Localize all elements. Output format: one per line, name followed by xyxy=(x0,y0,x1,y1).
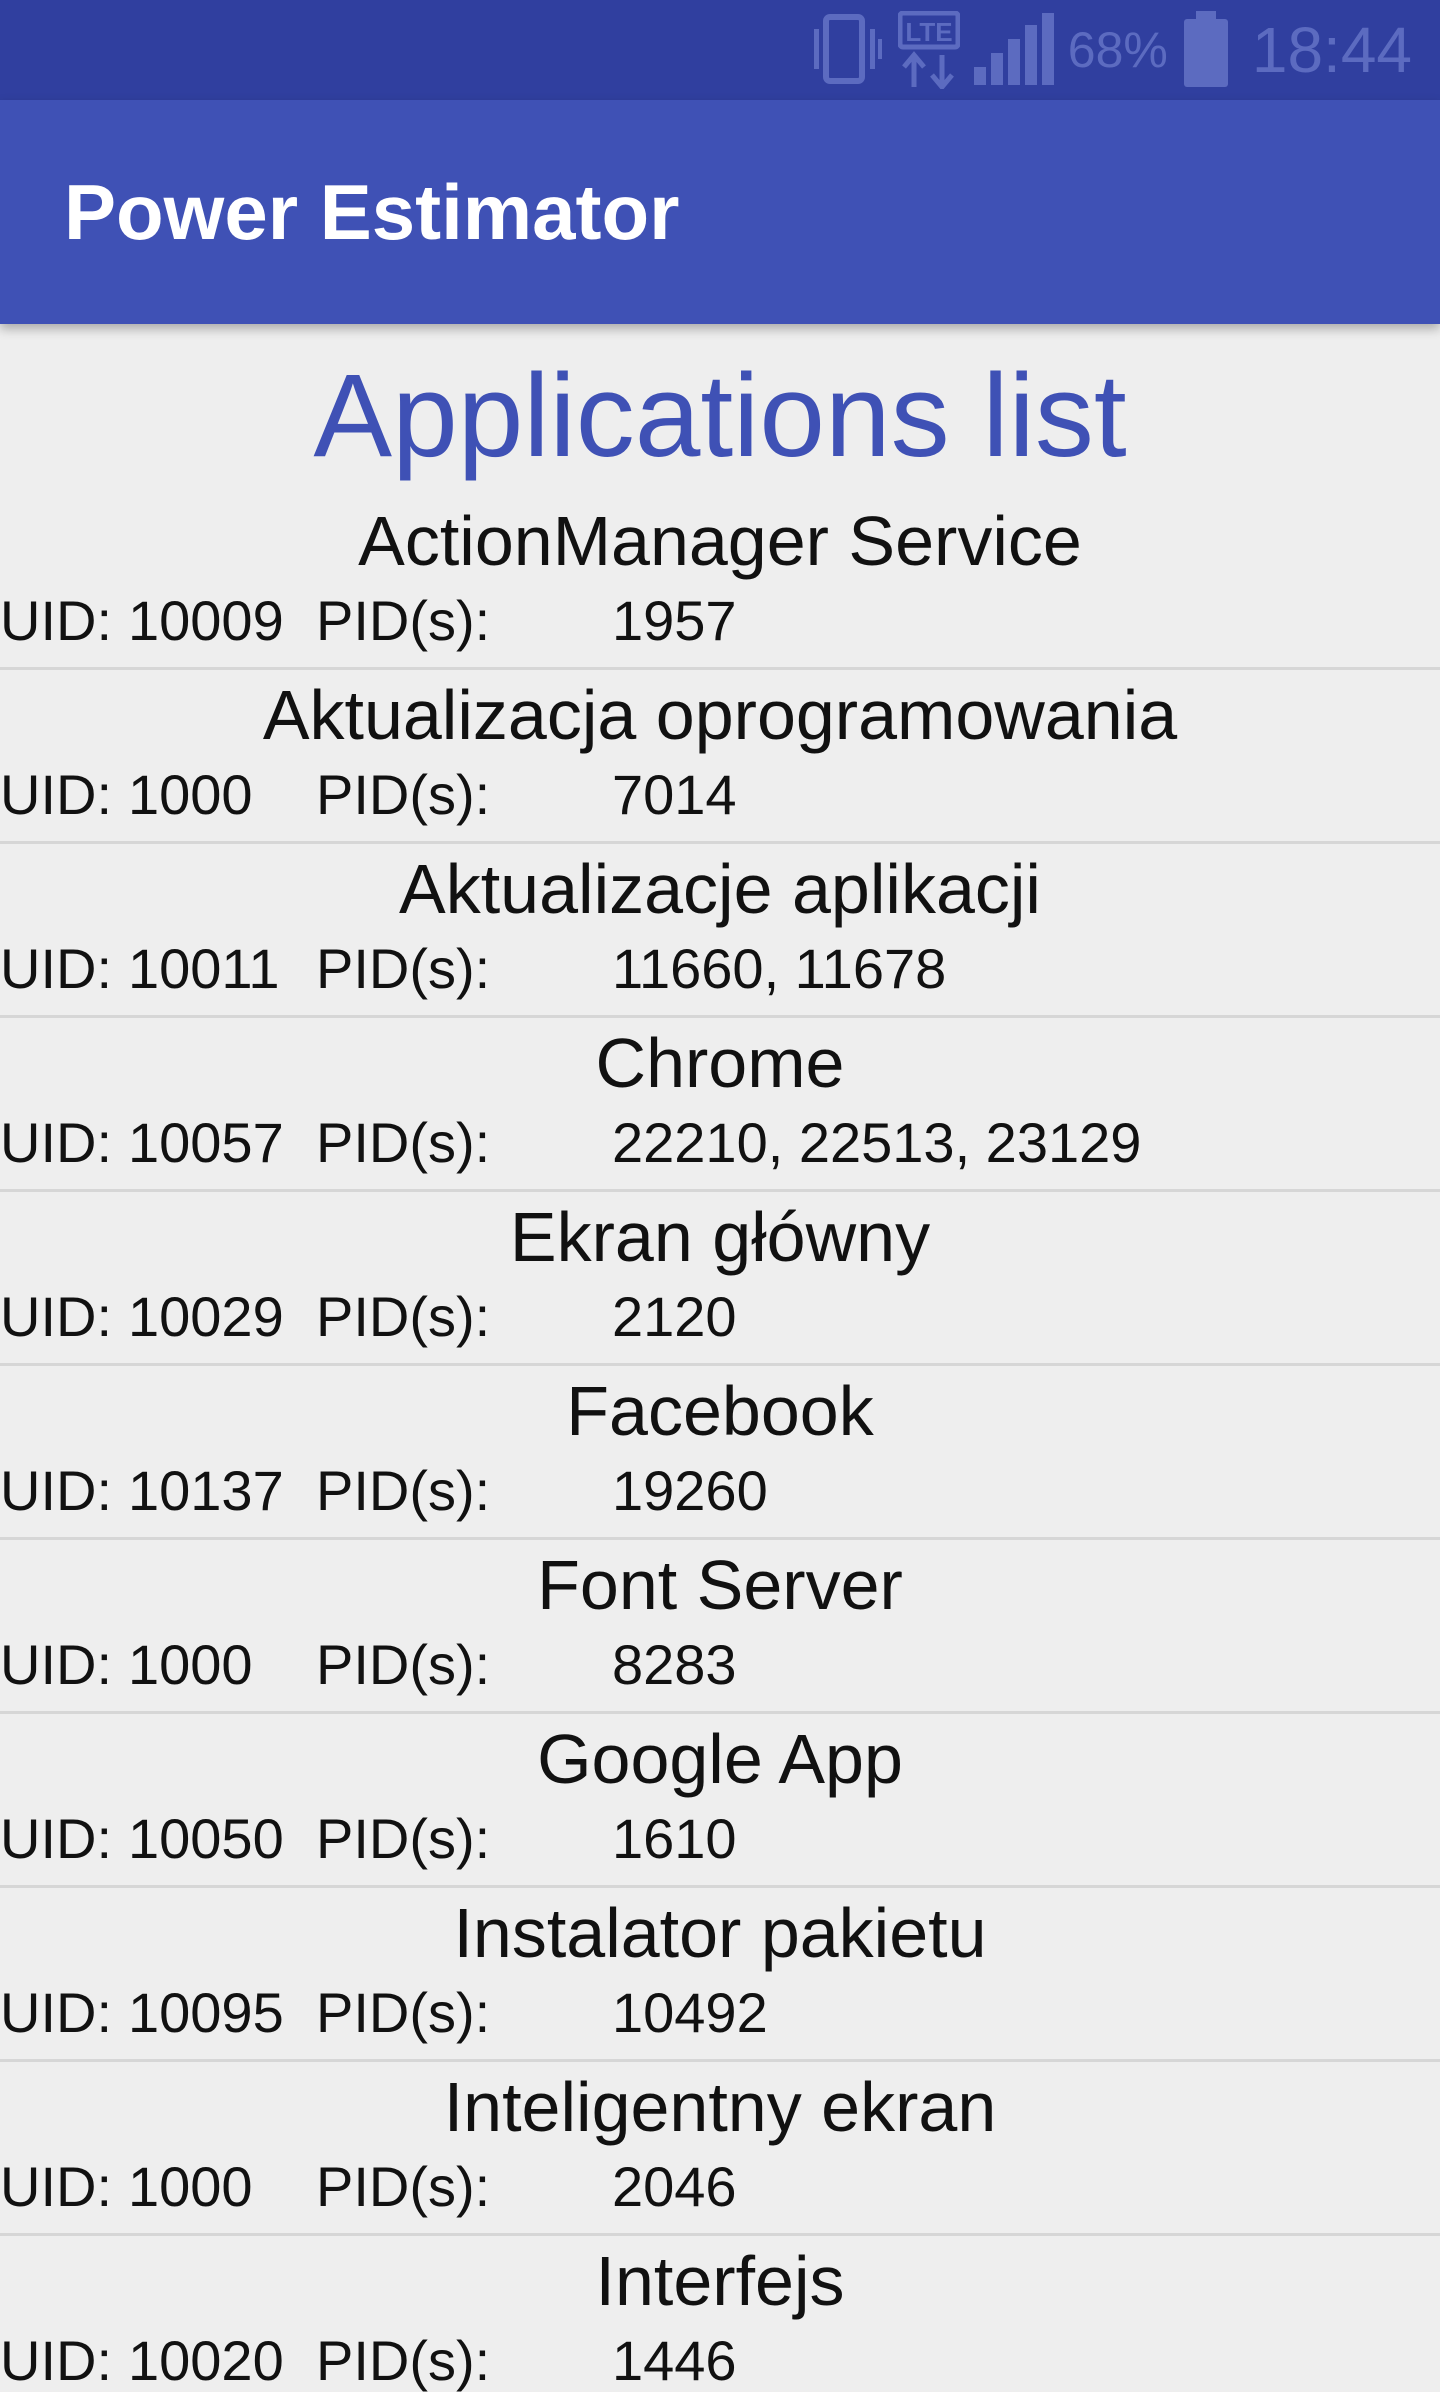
app-name: Inteligentny ekran xyxy=(443,2068,997,2146)
clock: 18:44 xyxy=(1251,14,1412,86)
vibrate-icon xyxy=(808,13,884,87)
uid-label: UID: xyxy=(0,1111,112,1174)
app-name: Facebook xyxy=(566,1372,874,1450)
uid-value: 10029 xyxy=(128,1285,284,1348)
pid-value: 11660, 11678 xyxy=(612,937,947,1000)
pid-label: PID(s): xyxy=(316,1285,491,1348)
app-name: ActionManager Service xyxy=(358,502,1082,580)
app-meta: UID: 1000 PID(s): 7014 xyxy=(0,760,1440,830)
app-meta: UID: 10095 PID(s): 10492 xyxy=(0,1978,1440,2048)
uid-value: 10095 xyxy=(128,1981,284,2044)
uid-label: UID: xyxy=(0,1459,112,1522)
app-meta: UID: 1000 PID(s): 2046 xyxy=(0,2152,1440,2222)
app-meta: UID: 10020 PID(s): 1446 xyxy=(0,2326,1440,2392)
uid-label: UID: xyxy=(0,2329,112,2392)
app-name: Font Server xyxy=(537,1546,903,1624)
list-item[interactable]: Inteligentny ekran UID: 1000 PID(s): 2046 xyxy=(0,2062,1440,2236)
pid-label: PID(s): xyxy=(316,2329,491,2392)
app-meta: UID: 10009 PID(s): 1957 xyxy=(0,586,1440,656)
pid-value: 2046 xyxy=(612,2155,737,2218)
list-item[interactable]: Font Server UID: 1000 PID(s): 8283 xyxy=(0,1540,1440,1714)
page-heading: Applications list xyxy=(313,350,1127,482)
list-item[interactable]: Chrome UID: 10057 PID(s): 22210, 22513, 2312… xyxy=(0,1018,1440,1192)
app-name: Google App xyxy=(537,1720,903,1798)
pid-label: PID(s): xyxy=(316,763,491,826)
list-item[interactable]: ActionManager Service UID: 10009 PID(s): 195… xyxy=(0,496,1440,670)
list-item[interactable]: Ekran główny UID: 10029 PID(s): 2120 xyxy=(0,1192,1440,1366)
uid-value: 10020 xyxy=(128,2329,284,2392)
svg-text:LTE: LTE xyxy=(905,17,952,47)
app-meta: UID: 10137 PID(s): 19260 xyxy=(0,1456,1440,1526)
status-icons: LTE 68% 18:44 xyxy=(808,0,1412,100)
pid-value: 8283 xyxy=(612,1633,737,1696)
list-item[interactable]: Aktualizacja oprogramowania UID: 1000 PID(s… xyxy=(0,670,1440,844)
app-meta: UID: 10050 PID(s): 1610 xyxy=(0,1804,1440,1874)
pid-value: 19260 xyxy=(612,1459,768,1522)
uid-label: UID: xyxy=(0,1633,112,1696)
uid-value: 1000 xyxy=(128,2155,253,2218)
pid-label: PID(s): xyxy=(316,2155,491,2218)
uid-value: 1000 xyxy=(128,1633,253,1696)
app-name: Instalator pakietu xyxy=(453,1894,987,1972)
app-name: Aktualizacje aplikacji xyxy=(399,850,1041,928)
pid-label: PID(s): xyxy=(316,1459,491,1522)
pid-value: 1957 xyxy=(612,589,737,652)
uid-label: UID: xyxy=(0,763,112,826)
uid-label: UID: xyxy=(0,937,112,1000)
applications-list[interactable]: ActionManager Service UID: 10009 PID(s): 195… xyxy=(0,496,1440,2392)
battery-percent: 68% xyxy=(1067,22,1168,78)
app-meta: UID: 10057 PID(s): 22210, 22513, 23129 xyxy=(0,1108,1440,1178)
uid-label: UID: xyxy=(0,589,112,652)
pid-label: PID(s): xyxy=(316,1981,491,2044)
lte-icon: LTE xyxy=(897,11,960,89)
signal-icon xyxy=(973,13,1054,87)
pid-value: 7014 xyxy=(612,763,737,826)
uid-label: UID: xyxy=(0,2155,112,2218)
list-item[interactable]: Interfejs UID: 10020 PID(s): 1446 xyxy=(0,2236,1440,2392)
uid-label: UID: xyxy=(0,1807,112,1870)
list-item[interactable]: Facebook UID: 10137 PID(s): 19260 xyxy=(0,1366,1440,1540)
app-name: Ekran główny xyxy=(509,1198,931,1276)
app-bar: Power Estimator xyxy=(0,100,1440,324)
uid-value: 10057 xyxy=(128,1111,284,1174)
pid-value: 1446 xyxy=(612,2329,737,2392)
list-item[interactable]: Aktualizacje aplikacji UID: 10011 PID(s): 11… xyxy=(0,844,1440,1018)
app-title: Power Estimator xyxy=(64,168,680,256)
pid-label: PID(s): xyxy=(316,1111,491,1174)
pid-value: 22210, 22513, 23129 xyxy=(612,1111,1142,1174)
list-item[interactable]: Google App UID: 10050 PID(s): 1610 xyxy=(0,1714,1440,1888)
app-name: Interfejs xyxy=(595,2242,845,2320)
pid-value: 2120 xyxy=(612,1285,737,1348)
pid-label: PID(s): xyxy=(316,937,491,1000)
status-bar: LTE 68% 18:44 xyxy=(0,0,1440,100)
pid-label: PID(s): xyxy=(316,1633,491,1696)
app-meta: UID: 10011 PID(s): 11660, 11678 xyxy=(0,934,1440,1004)
uid-label: UID: xyxy=(0,1285,112,1348)
list-item[interactable]: Instalator pakietu UID: 10095 PID(s): 10492 xyxy=(0,1888,1440,2062)
app-meta: UID: 1000 PID(s): 8283 xyxy=(0,1630,1440,1700)
uid-value: 1000 xyxy=(128,763,253,826)
battery-icon xyxy=(1182,11,1230,89)
app-meta: UID: 10029 PID(s): 2120 xyxy=(0,1282,1440,1352)
app-name: Aktualizacja oprogramowania xyxy=(262,676,1178,754)
uid-value: 10050 xyxy=(128,1807,284,1870)
app-name: Chrome xyxy=(595,1024,845,1102)
uid-value: 10011 xyxy=(128,937,280,1000)
pid-label: PID(s): xyxy=(316,1807,491,1870)
main-content[interactable]: Applications list ActionManager Service U… xyxy=(0,324,1440,2392)
pid-value: 1610 xyxy=(612,1807,737,1870)
uid-value: 10137 xyxy=(128,1459,284,1522)
pid-value: 10492 xyxy=(612,1981,768,2044)
uid-value: 10009 xyxy=(128,589,284,652)
uid-label: UID: xyxy=(0,1981,112,2044)
pid-label: PID(s): xyxy=(316,589,491,652)
